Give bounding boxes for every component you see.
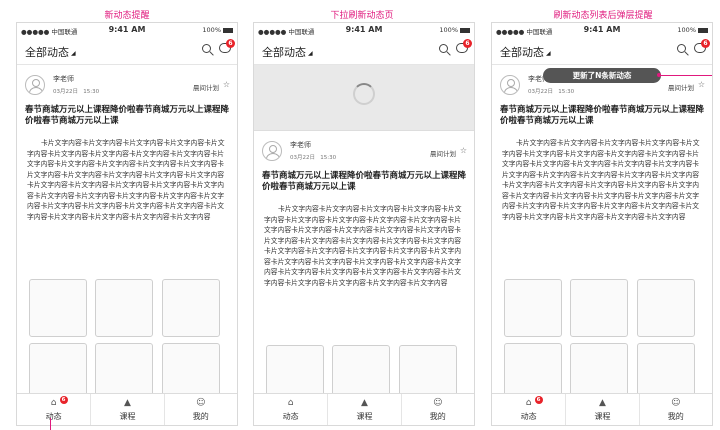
tab-bar: ⌂ 动态 ▲ 课程 ☺ 我的 bbox=[254, 393, 474, 425]
tab-me[interactable]: ☺ 我的 bbox=[638, 394, 712, 425]
author-name: 李老师 bbox=[53, 75, 74, 83]
image-placeholder[interactable] bbox=[95, 279, 153, 337]
avatar-icon[interactable] bbox=[25, 75, 45, 95]
image-placeholder[interactable] bbox=[504, 279, 562, 337]
user-icon: ☺ bbox=[196, 398, 206, 408]
new-feed-toast[interactable]: 更新了N条新动态 bbox=[543, 68, 661, 83]
avatar-icon[interactable] bbox=[500, 75, 520, 95]
avatar-icon[interactable] bbox=[262, 141, 282, 161]
tab-label: 课程 bbox=[356, 412, 373, 421]
home-icon: ⌂ bbox=[287, 398, 294, 408]
tab-me[interactable]: ☺ 我的 bbox=[163, 394, 237, 425]
battery-icon bbox=[223, 27, 233, 33]
tab-feed[interactable]: ⌂ 动态 bbox=[254, 394, 327, 425]
tab-courses[interactable]: ▲ 课程 bbox=[327, 394, 400, 425]
message-badge: 6 bbox=[701, 39, 710, 48]
plan-label: 晨间计划 bbox=[430, 150, 456, 158]
tab-badge: 6 bbox=[534, 396, 543, 404]
battery-icon bbox=[698, 27, 708, 33]
caret-down-icon: ◢ bbox=[71, 49, 76, 57]
search-icon[interactable] bbox=[439, 44, 448, 53]
phone-screen-3: ●●●●● 中国联通 9:41 AM 100% 全部动态 ◢ 6 李老师 03月2… bbox=[491, 22, 713, 426]
graduation-cap-icon: ▲ bbox=[361, 398, 368, 408]
caption-pull-to-refresh: 下拉刷新动态页 bbox=[330, 11, 394, 21]
graduation-cap-icon: ▲ bbox=[124, 398, 131, 408]
post-date: 03月22日 15:30 bbox=[528, 89, 575, 95]
feed-filter-dropdown[interactable]: 全部动态 ◢ bbox=[25, 44, 76, 60]
nav-bar: 全部动态 ◢ 6 bbox=[254, 37, 474, 65]
battery-indicator: 100% bbox=[202, 26, 233, 34]
tab-label: 动态 bbox=[282, 412, 299, 421]
battery-indicator: 100% bbox=[439, 26, 470, 34]
tab-label: 我的 bbox=[429, 412, 446, 421]
user-icon: ☺ bbox=[671, 398, 681, 408]
feed-filter-dropdown[interactable]: 全部动态 ◢ bbox=[500, 44, 551, 60]
home-icon: ⌂ bbox=[50, 398, 57, 408]
image-placeholder[interactable] bbox=[637, 279, 695, 337]
caption-new-feed-reminder: 新动态提醒 bbox=[104, 11, 150, 21]
plan-label: 晨间计划 bbox=[193, 84, 219, 92]
caret-down-icon: ◢ bbox=[546, 49, 551, 57]
battery-indicator: 100% bbox=[677, 26, 708, 34]
image-placeholder[interactable] bbox=[570, 279, 628, 337]
caret-down-icon: ◢ bbox=[308, 49, 313, 57]
tab-label: 课程 bbox=[119, 412, 136, 421]
home-icon: ⌂ bbox=[525, 398, 532, 408]
phone-screen-1: ●●●●● 中国联通 9:41 AM 100% 全部动态 ◢ 6 李老师 03月2… bbox=[16, 22, 238, 426]
pull-refresh-area bbox=[254, 65, 474, 131]
status-bar: ●●●●● 中国联通 9:41 AM 100% bbox=[254, 23, 474, 37]
status-bar: ●●●●● 中国联通 9:41 AM 100% bbox=[492, 23, 712, 37]
battery-icon bbox=[460, 27, 470, 33]
tab-me[interactable]: ☺ 我的 bbox=[400, 394, 474, 425]
tab-bar: ⌂ 6 动态 ▲ 课程 ☺ 我的 bbox=[492, 393, 712, 425]
post-body: 卡片文字内容卡片文字内容卡片文字内容卡片文字内容卡片文字内容卡片文字内容卡片文字… bbox=[27, 139, 225, 221]
spinner-icon bbox=[353, 83, 375, 105]
post-date: 03月22日 15:30 bbox=[290, 155, 337, 161]
image-placeholder[interactable] bbox=[162, 279, 220, 337]
author-name: 李老师 bbox=[290, 141, 311, 149]
image-placeholder[interactable] bbox=[29, 279, 87, 337]
tab-courses[interactable]: ▲ 课程 bbox=[90, 394, 163, 425]
nav-bar: 全部动态 ◢ 6 bbox=[17, 37, 237, 65]
tab-feed[interactable]: ⌂ 6 动态 bbox=[492, 394, 565, 425]
tab-feed[interactable]: ⌂ 6 动态 bbox=[17, 394, 90, 425]
post-body: 卡片文字内容卡片文字内容卡片文字内容卡片文字内容卡片文字内容卡片文字内容卡片文字… bbox=[264, 205, 462, 287]
star-icon[interactable]: ☆ bbox=[223, 80, 230, 89]
tab-label: 动态 bbox=[45, 412, 62, 421]
star-icon[interactable]: ☆ bbox=[698, 80, 705, 89]
annotation-arrow bbox=[50, 418, 51, 430]
phone-screen-2: ●●●●● 中国联通 9:41 AM 100% 全部动态 ◢ 6 李老师 03月2… bbox=[253, 22, 475, 426]
star-icon[interactable]: ☆ bbox=[460, 146, 467, 155]
tab-label: 我的 bbox=[667, 412, 684, 421]
status-bar: ●●●●● 中国联通 9:41 AM 100% bbox=[17, 23, 237, 37]
tab-courses[interactable]: ▲ 课程 bbox=[565, 394, 638, 425]
tab-label: 动态 bbox=[520, 412, 537, 421]
tab-badge: 6 bbox=[59, 396, 68, 404]
user-icon: ☺ bbox=[433, 398, 443, 408]
tab-label: 课程 bbox=[594, 412, 611, 421]
search-icon[interactable] bbox=[677, 44, 686, 53]
annotation-line bbox=[660, 75, 712, 76]
nav-bar: 全部动态 ◢ 6 bbox=[492, 37, 712, 65]
tab-label: 我的 bbox=[192, 412, 209, 421]
plan-label: 晨间计划 bbox=[668, 84, 694, 92]
caption-refresh-popup: 刷新动态列表后弹层提醒 bbox=[553, 11, 653, 21]
search-icon[interactable] bbox=[202, 44, 211, 53]
feed-filter-dropdown[interactable]: 全部动态 ◢ bbox=[262, 44, 313, 60]
post-title: 春节商城万元以上课程降价啦春节商城万元以上课程降价啦春节商城万元以上课 bbox=[262, 171, 467, 192]
post-date: 03月22日 15:30 bbox=[53, 89, 100, 95]
message-badge: 6 bbox=[226, 39, 235, 48]
graduation-cap-icon: ▲ bbox=[599, 398, 606, 408]
post-title: 春节商城万元以上课程降价啦春节商城万元以上课程降价啦春节商城万元以上课 bbox=[500, 105, 705, 126]
post-body: 卡片文字内容卡片文字内容卡片文字内容卡片文字内容卡片文字内容卡片文字内容卡片文字… bbox=[502, 139, 700, 221]
message-badge: 6 bbox=[463, 39, 472, 48]
post-title: 春节商城万元以上课程降价啦春节商城万元以上课程降价啦春节商城万元以上课 bbox=[25, 105, 230, 126]
